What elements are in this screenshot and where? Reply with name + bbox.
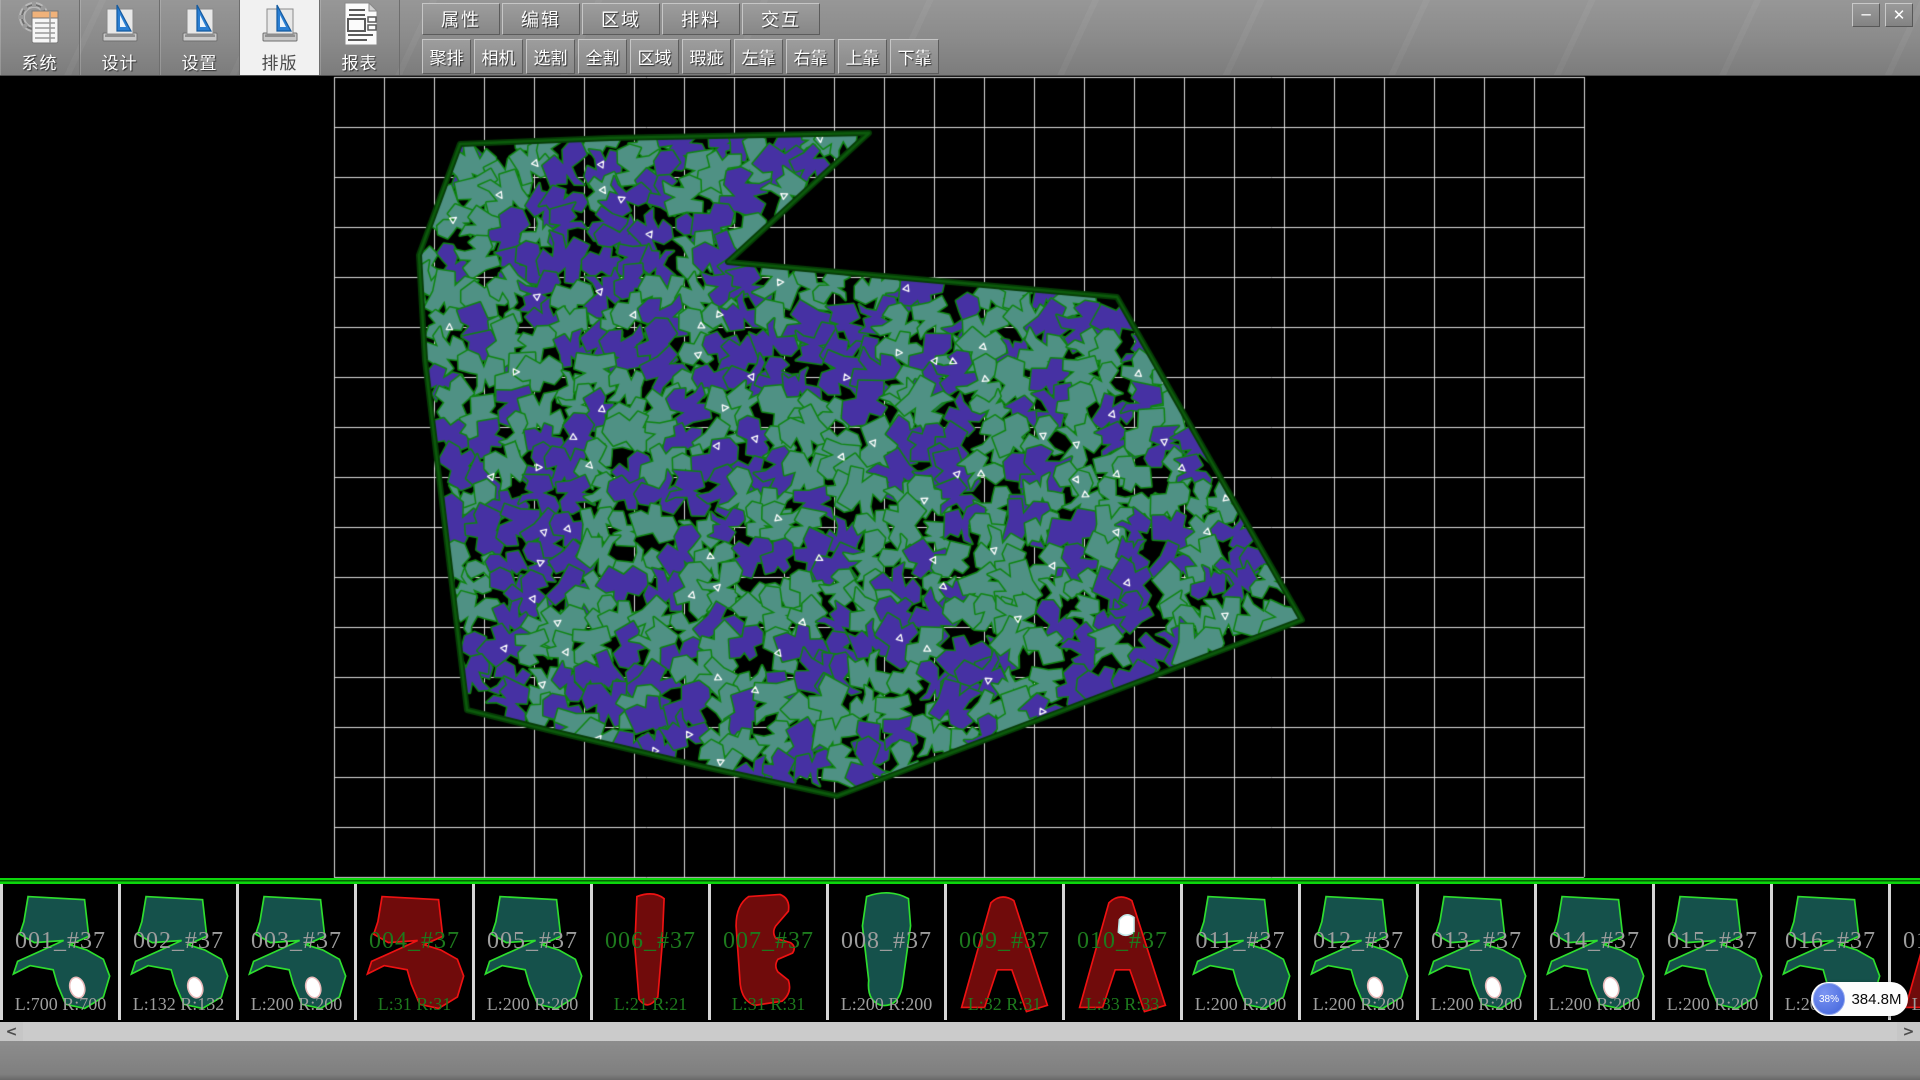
tool-button-6[interactable]: 瑕疵 bbox=[682, 39, 731, 74]
scroll-right-button[interactable]: > bbox=[1897, 1022, 1920, 1041]
memory-value: 384.8M bbox=[1845, 991, 1908, 1008]
menu-button-4[interactable]: 排料 bbox=[662, 3, 740, 35]
piece-lr-count: L:31 R:31 bbox=[711, 994, 826, 1015]
piece-lr-count: L:132 R:132 bbox=[121, 994, 236, 1015]
piece-name: 013_#37 bbox=[1419, 928, 1534, 955]
menu-button-5[interactable]: 交互 bbox=[742, 3, 820, 35]
piece-name: 010_#37 bbox=[1065, 928, 1180, 955]
toolbar: 系统设计设置排版报表 属性编辑区域排料交互 聚排相机选割全割区域瑕疵左靠右靠上靠… bbox=[0, 0, 1920, 76]
piece-name: 001_#37 bbox=[3, 928, 118, 955]
tool-button-3[interactable]: 选割 bbox=[526, 39, 575, 74]
menu-button-2[interactable]: 编辑 bbox=[502, 3, 580, 35]
window-controls: ─ ✕ bbox=[1852, 3, 1913, 27]
piece-thumbnail-007_#37[interactable]: 007_#37 L:31 R:31 bbox=[711, 884, 826, 1020]
piece-name: 014_#37 bbox=[1537, 928, 1652, 955]
piece-name: 002_#37 bbox=[121, 928, 236, 955]
piece-lr-count: L:200 R:200 bbox=[1655, 994, 1770, 1015]
piece-name: 004_#37 bbox=[357, 928, 472, 955]
piece-lr-count: L:200 R:200 bbox=[239, 994, 354, 1015]
main-button-3[interactable]: 设置 bbox=[160, 0, 240, 75]
main-button-1[interactable]: 系统 bbox=[0, 0, 80, 75]
status-bar bbox=[0, 1041, 1920, 1080]
piece-lr-count: L:33 R:33 bbox=[1065, 994, 1180, 1015]
settings-ruler-icon bbox=[177, 1, 223, 47]
system-gear-icon bbox=[17, 1, 63, 47]
piece-lr-count: L:700 R:700 bbox=[3, 994, 118, 1015]
main-button-2[interactable]: 设计 bbox=[80, 0, 160, 75]
menu-row-1: 属性编辑区域排料交互 bbox=[422, 0, 942, 35]
piece-lr-count: L:200 R:200 bbox=[1183, 994, 1298, 1015]
tool-button-2[interactable]: 相机 bbox=[474, 39, 523, 74]
tool-button-7[interactable]: 左靠 bbox=[734, 39, 783, 74]
piece-thumbnail-002_#37[interactable]: 002_#37 L:132 R:132 bbox=[121, 884, 236, 1020]
piece-name: 016_#37 bbox=[1773, 928, 1888, 955]
piece-thumbnail-003_#37[interactable]: 003_#37 L:200 R:200 bbox=[239, 884, 354, 1020]
piece-thumbnail-001_#37[interactable]: 001_#37 L:700 R:700 bbox=[3, 884, 118, 1020]
piece-lr-count: L:200 R:200 bbox=[475, 994, 590, 1015]
piece-name: 017_#37 bbox=[1891, 928, 1920, 955]
minimize-button[interactable]: ─ bbox=[1852, 3, 1880, 27]
menu-row-2: 聚排相机选割全割区域瑕疵左靠右靠上靠下靠 bbox=[422, 35, 942, 74]
piece-name: 015_#37 bbox=[1655, 928, 1770, 955]
app-window: 系统设计设置排版报表 属性编辑区域排料交互 聚排相机选割全割区域瑕疵左靠右靠上靠… bbox=[0, 0, 1920, 1080]
close-button[interactable]: ✕ bbox=[1885, 3, 1913, 27]
piece-lr-count: L:200 R:200 bbox=[1419, 994, 1534, 1015]
piece-thumbnail-004_#37[interactable]: 004_#37 L:31 R:31 bbox=[357, 884, 472, 1020]
progress-percent-badge: 38% bbox=[1813, 983, 1845, 1015]
piece-lr-count: L:200 R:200 bbox=[1537, 994, 1652, 1015]
piece-lr-count: L:200 R:200 bbox=[1301, 994, 1416, 1015]
tool-button-1[interactable]: 聚排 bbox=[422, 39, 471, 74]
tool-button-5[interactable]: 区域 bbox=[630, 39, 679, 74]
piece-thumbnail-015_#37[interactable]: 015_#37 L:200 R:200 bbox=[1655, 884, 1770, 1020]
design-ruler-icon bbox=[97, 1, 143, 47]
piece-thumbnail-010_#37[interactable]: 010_#37 L:33 R:33 bbox=[1065, 884, 1180, 1020]
tool-button-9[interactable]: 上靠 bbox=[838, 39, 887, 74]
menu-area: 属性编辑区域排料交互 聚排相机选割全割区域瑕疵左靠右靠上靠下靠 bbox=[422, 0, 942, 74]
main-button-4[interactable]: 排版 bbox=[240, 0, 320, 75]
scrollbar-track[interactable] bbox=[23, 1022, 1897, 1041]
main-button-5[interactable]: 报表 bbox=[320, 0, 400, 75]
menu-button-1[interactable]: 属性 bbox=[422, 3, 500, 35]
main-button-label: 排版 bbox=[262, 49, 298, 74]
piece-thumbnail-013_#37[interactable]: 013_#37 L:200 R:200 bbox=[1419, 884, 1534, 1020]
main-toolbar-buttons: 系统 设计 设置 排版 报表 bbox=[0, 0, 400, 75]
piece-name: 007_#37 bbox=[711, 928, 826, 955]
piece-lr-count: L:31 R:31 bbox=[357, 994, 472, 1015]
main-button-label: 设置 bbox=[182, 49, 218, 74]
piece-name: 008_#37 bbox=[829, 928, 944, 955]
tool-button-4[interactable]: 全割 bbox=[578, 39, 627, 74]
piece-thumbnail-strip: 001_#37L:700 R:700002_#37L:132 R:132003_… bbox=[0, 884, 1920, 1020]
piece-thumbnail-008_#37[interactable]: 008_#37 L:200 R:200 bbox=[829, 884, 944, 1020]
piece-thumbnail-014_#37[interactable]: 014_#37 L:200 R:200 bbox=[1537, 884, 1652, 1020]
piece-thumbnail-009_#37[interactable]: 009_#37 L:32 R:31 bbox=[947, 884, 1062, 1020]
main-button-label: 设计 bbox=[102, 49, 138, 74]
nesting-ruler-icon bbox=[257, 1, 303, 47]
piece-name: 011_#37 bbox=[1183, 928, 1298, 955]
report-document-icon bbox=[337, 1, 383, 47]
piece-lr-count: L:200 R:200 bbox=[829, 994, 944, 1015]
piece-lr-count: L:32 R:31 bbox=[947, 994, 1062, 1015]
tool-button-10[interactable]: 下靠 bbox=[890, 39, 939, 74]
piece-name: 006_#37 bbox=[593, 928, 708, 955]
piece-thumbnail-012_#37[interactable]: 012_#37 L:200 R:200 bbox=[1301, 884, 1416, 1020]
piece-thumbnail-005_#37[interactable]: 005_#37 L:200 R:200 bbox=[475, 884, 590, 1020]
tool-button-8[interactable]: 右靠 bbox=[786, 39, 835, 74]
scroll-left-button[interactable]: < bbox=[0, 1022, 23, 1041]
piece-thumbnail-006_#37[interactable]: 006_#37 L:21 R:21 bbox=[593, 884, 708, 1020]
piece-lr-count: L:21 R:21 bbox=[593, 994, 708, 1015]
piece-name: 005_#37 bbox=[475, 928, 590, 955]
main-button-label: 系统 bbox=[22, 49, 58, 74]
main-button-label: 报表 bbox=[342, 49, 378, 74]
horizontal-scrollbar[interactable]: < > bbox=[0, 1022, 1920, 1041]
piece-name: 003_#37 bbox=[239, 928, 354, 955]
memory-status-pill: 38% 384.8M bbox=[1811, 982, 1908, 1016]
menu-button-3[interactable]: 区域 bbox=[582, 3, 660, 35]
piece-thumbnail-011_#37[interactable]: 011_#37 L:200 R:200 bbox=[1183, 884, 1298, 1020]
piece-name: 009_#37 bbox=[947, 928, 1062, 955]
piece-name: 012_#37 bbox=[1301, 928, 1416, 955]
